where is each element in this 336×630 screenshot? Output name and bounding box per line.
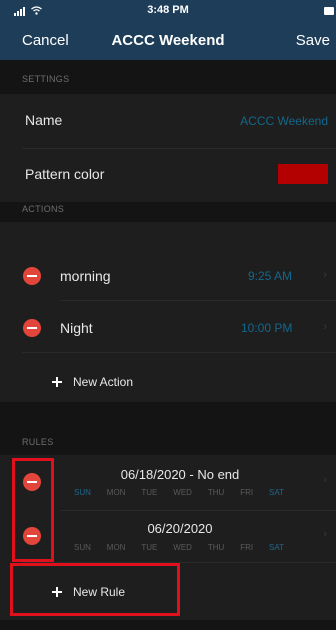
day-label: SAT [269, 488, 284, 497]
actions-section [0, 222, 336, 402]
divider [60, 300, 336, 301]
divider [60, 510, 336, 511]
action-name: morning [60, 268, 111, 284]
rule-days: SUN MON TUE WED THU FRI SAT [74, 488, 284, 497]
chevron-right-icon: › [323, 474, 327, 486]
day-label: SUN [74, 488, 91, 497]
new-action-label: New Action [73, 375, 134, 389]
chevron-right-icon: › [323, 269, 327, 281]
action-name: Night [60, 320, 93, 336]
day-label: THU [207, 543, 225, 552]
rules-section-header: RULES [22, 437, 54, 447]
divider [22, 352, 336, 353]
rule-title: 06/18/2020 - No end [120, 467, 240, 482]
chevron-right-icon: › [323, 321, 327, 333]
save-button[interactable]: Save [296, 32, 330, 49]
action-time[interactable]: 10:00 PM [241, 321, 292, 335]
delete-action-button[interactable] [23, 267, 41, 285]
page-title: ACCC Weekend [111, 32, 225, 49]
day-label: WED [173, 543, 192, 552]
day-label: FRI [240, 543, 254, 552]
chevron-right-icon: › [323, 528, 327, 540]
name-label: Name [25, 112, 63, 128]
new-rule-highlight [10, 563, 180, 616]
rule-title: 06/20/2020 [147, 521, 213, 536]
day-label: THU [207, 488, 225, 497]
pattern-color-swatch[interactable] [278, 164, 328, 184]
plus-icon [52, 377, 62, 387]
rule-days: SUN MON TUE WED THU FRI SAT [74, 543, 284, 552]
divider [22, 148, 336, 149]
settings-section-header: SETTINGS [22, 74, 70, 84]
delete-action-button[interactable] [23, 319, 41, 337]
day-label: WED [173, 488, 192, 497]
day-label: TUE [141, 543, 158, 552]
day-label: FRI [240, 488, 254, 497]
delete-buttons-highlight [12, 458, 54, 562]
status-bar: 3:48 PM [0, 0, 336, 22]
nav-bar: Cancel ACCC Weekend Save [0, 22, 336, 60]
battery-icon [324, 7, 334, 15]
status-time: 3:48 PM [147, 4, 189, 16]
name-value[interactable]: ACCC Weekend [240, 114, 328, 128]
day-label: MON [106, 543, 126, 552]
day-label: SUN [74, 543, 91, 552]
action-time[interactable]: 9:25 AM [248, 269, 292, 283]
day-label: TUE [141, 488, 158, 497]
pattern-color-label: Pattern color [25, 166, 105, 182]
day-label: MON [106, 488, 126, 497]
day-label: SAT [269, 543, 284, 552]
actions-section-header: ACTIONS [22, 204, 65, 214]
